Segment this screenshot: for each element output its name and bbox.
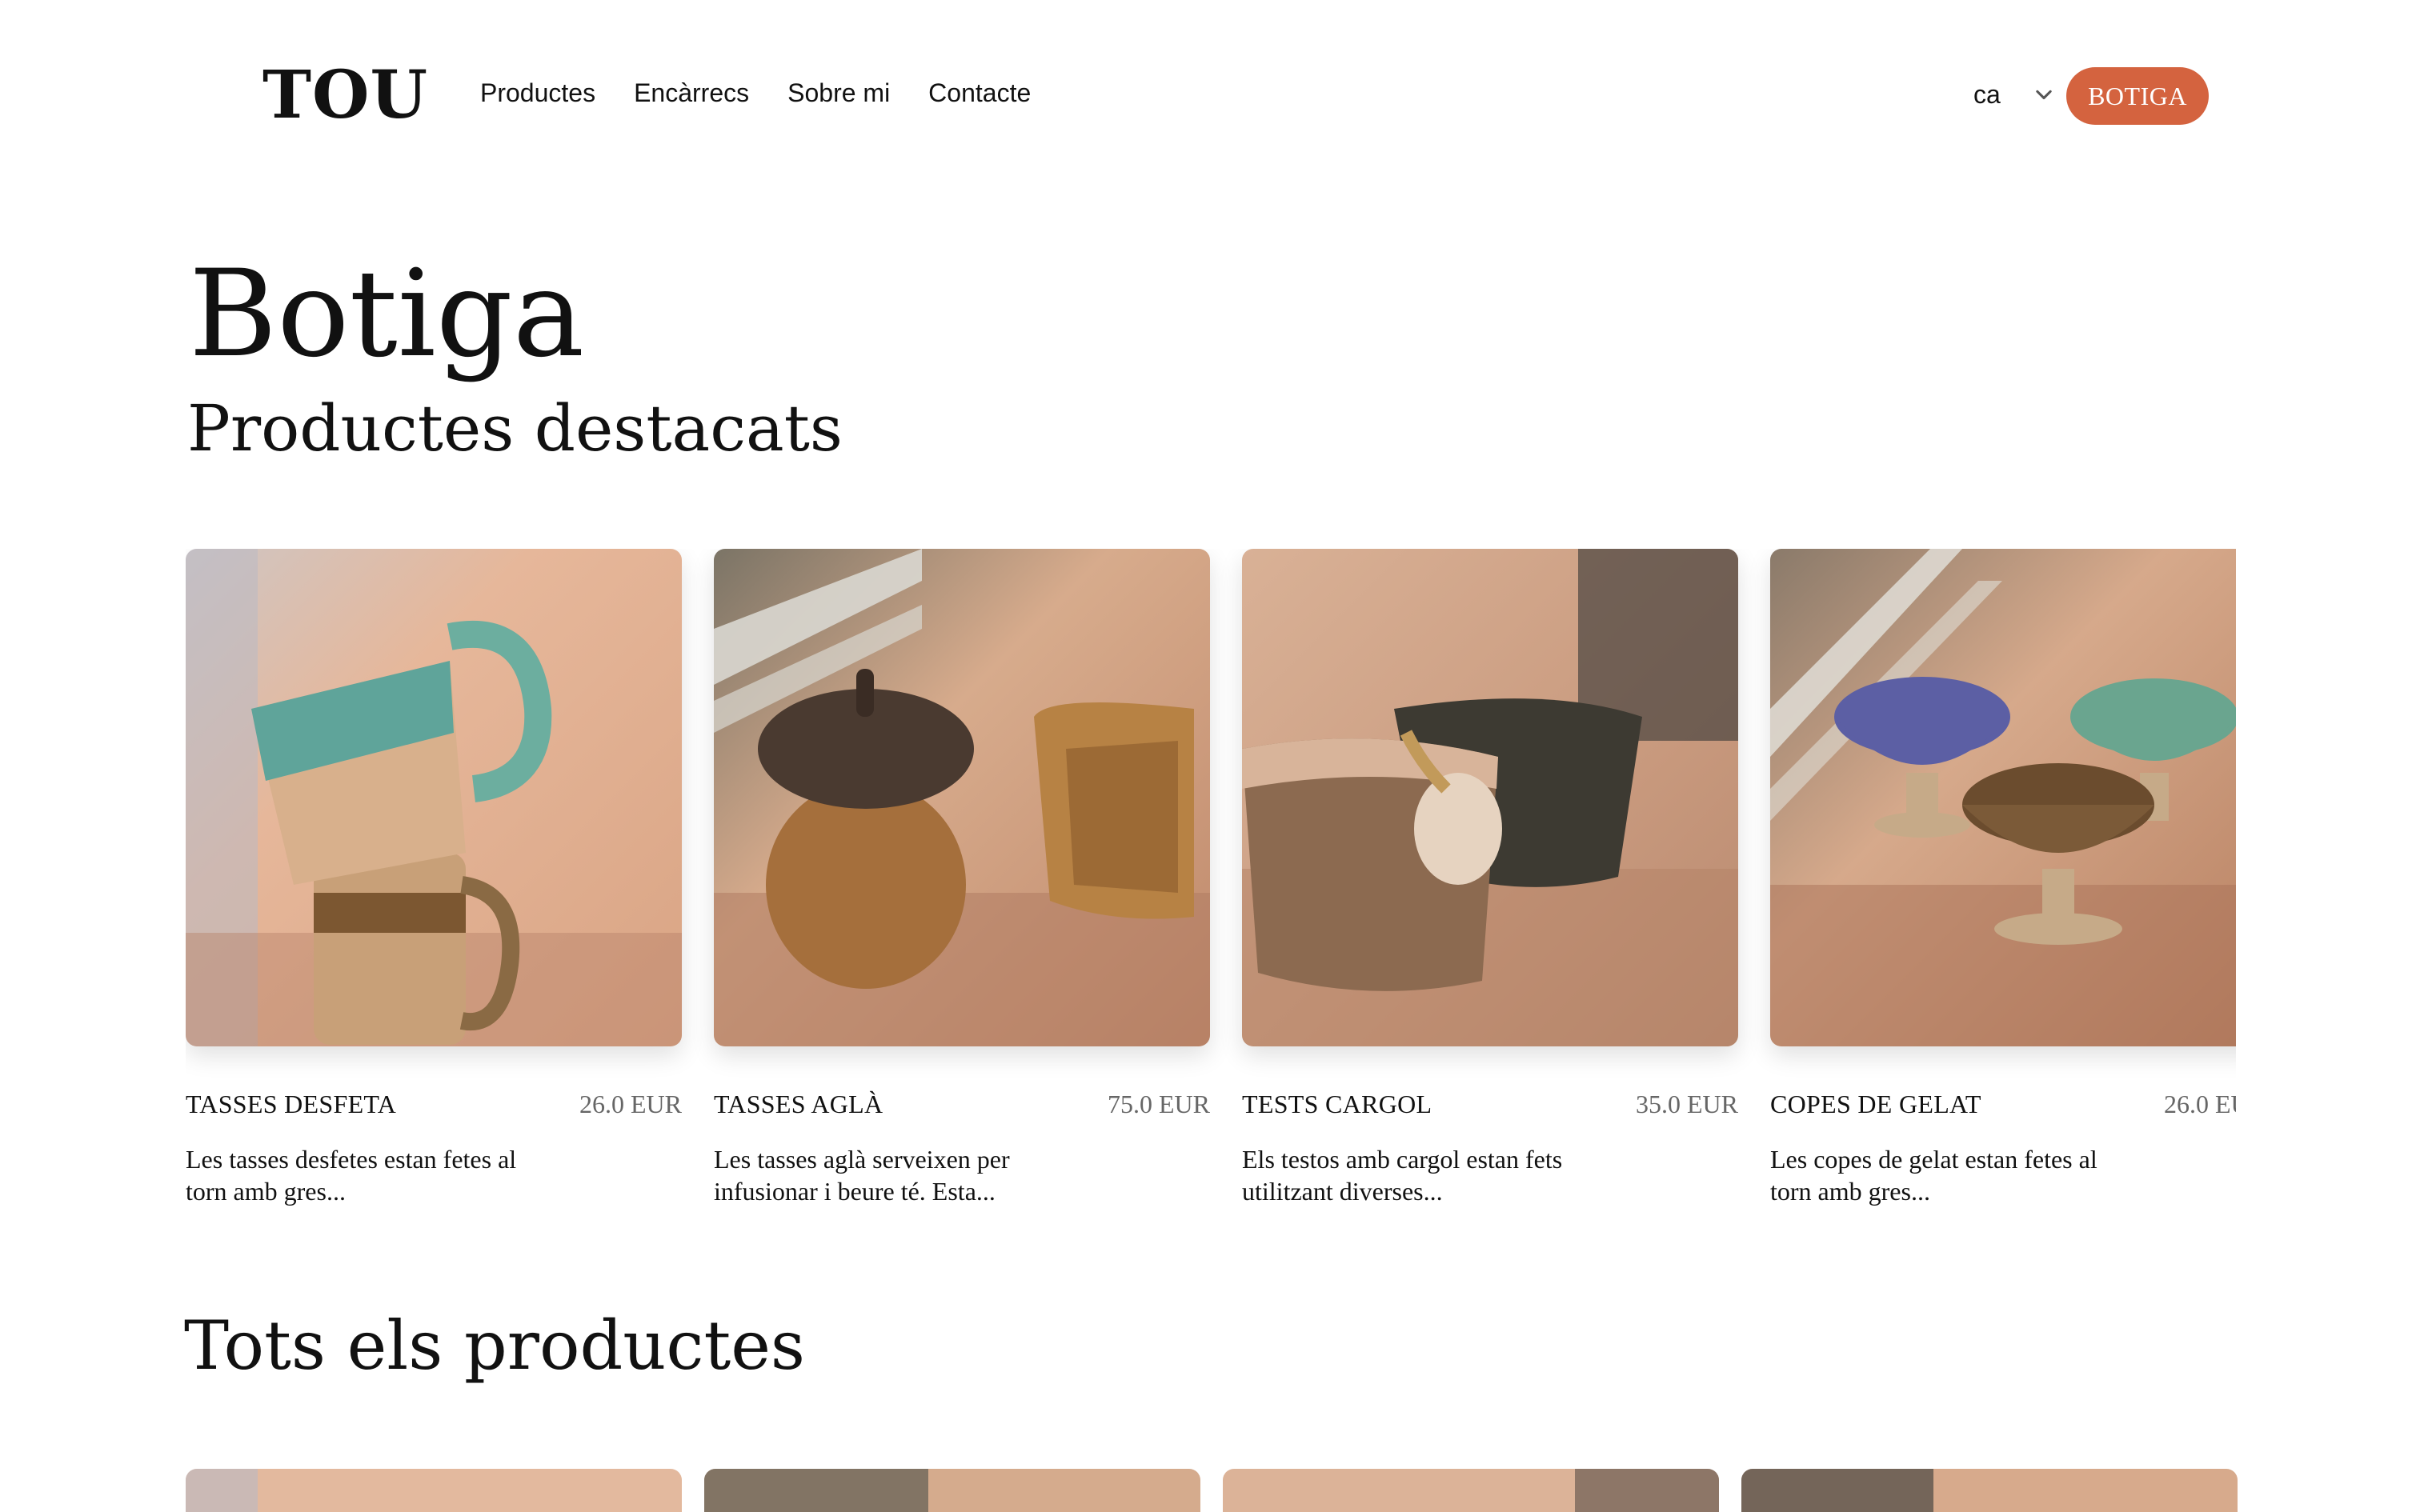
chevron-down-icon: [2036, 90, 2052, 99]
product-description: Les copes de gelat estan fetes al torn a…: [1770, 1145, 2097, 1206]
product-card[interactable]: TASSES AGLÀ 75.0 EUR Les tasses aglà ser…: [714, 549, 1210, 1207]
main-nav: Productes Encàrrecs Sobre mi Contacte: [480, 80, 1031, 106]
product-name[interactable]: COPES DE GELAT: [1770, 1090, 1981, 1119]
product-image-stacked-mugs[interactable]: [186, 549, 682, 1046]
product-card-image[interactable]: [704, 1469, 1200, 1512]
featured-carousel[interactable]: TASSES DESFETA 26.0 EUR Les tasses desfe…: [186, 549, 2236, 1237]
logo[interactable]: TOU: [262, 62, 428, 128]
product-card[interactable]: TESTS CARGOL 35.0 EUR Els testos amb car…: [1242, 549, 1738, 1207]
product-description: Les tasses desfetes estan fetes al torn …: [186, 1145, 517, 1206]
nav-productes[interactable]: Productes: [480, 80, 595, 106]
language-selector[interactable]: ca: [1973, 80, 2055, 110]
nav-encarrecs[interactable]: Encàrrecs: [634, 80, 749, 106]
product-description: Les tasses aglà serveixen per infusionar…: [714, 1145, 1010, 1206]
product-image-ice-cream-cups[interactable]: [1770, 549, 2236, 1046]
product-card-image[interactable]: [186, 1469, 682, 1512]
product-name[interactable]: TASSES DESFETA: [186, 1090, 396, 1119]
product-name[interactable]: TASSES AGLÀ: [714, 1090, 883, 1119]
nav-contacte[interactable]: Contacte: [928, 80, 1031, 106]
product-description: Els testos amb cargol estan fets utilitz…: [1242, 1145, 1563, 1206]
language-label: ca: [1973, 80, 2001, 109]
page-title: Botiga: [189, 245, 585, 384]
product-card-image[interactable]: [1223, 1469, 1719, 1512]
nav-sobre-mi[interactable]: Sobre mi: [787, 80, 890, 106]
product-name[interactable]: TESTS CARGOL: [1242, 1090, 1432, 1119]
product-price: 75.0 EUR: [1108, 1090, 1210, 1118]
product-price: 26.0 EUR: [579, 1090, 682, 1118]
all-products-title: Tots els productes: [184, 1306, 806, 1385]
featured-section-title: Productes destacats: [187, 391, 843, 466]
product-price: 35.0 EUR: [1636, 1090, 1738, 1118]
product-card-image[interactable]: [1741, 1469, 2238, 1512]
product-price: 26.0 EUR: [2164, 1090, 2236, 1118]
shop-button[interactable]: BOTIGA: [2066, 67, 2209, 125]
product-image-snail-pots[interactable]: [1242, 549, 1738, 1046]
product-card[interactable]: TASSES DESFETA 26.0 EUR Les tasses desfe…: [186, 549, 682, 1207]
product-card[interactable]: COPES DE GELAT 26.0 EUR Les copes de gel…: [1770, 549, 2236, 1207]
product-image-acorn-cups[interactable]: [714, 549, 1210, 1046]
